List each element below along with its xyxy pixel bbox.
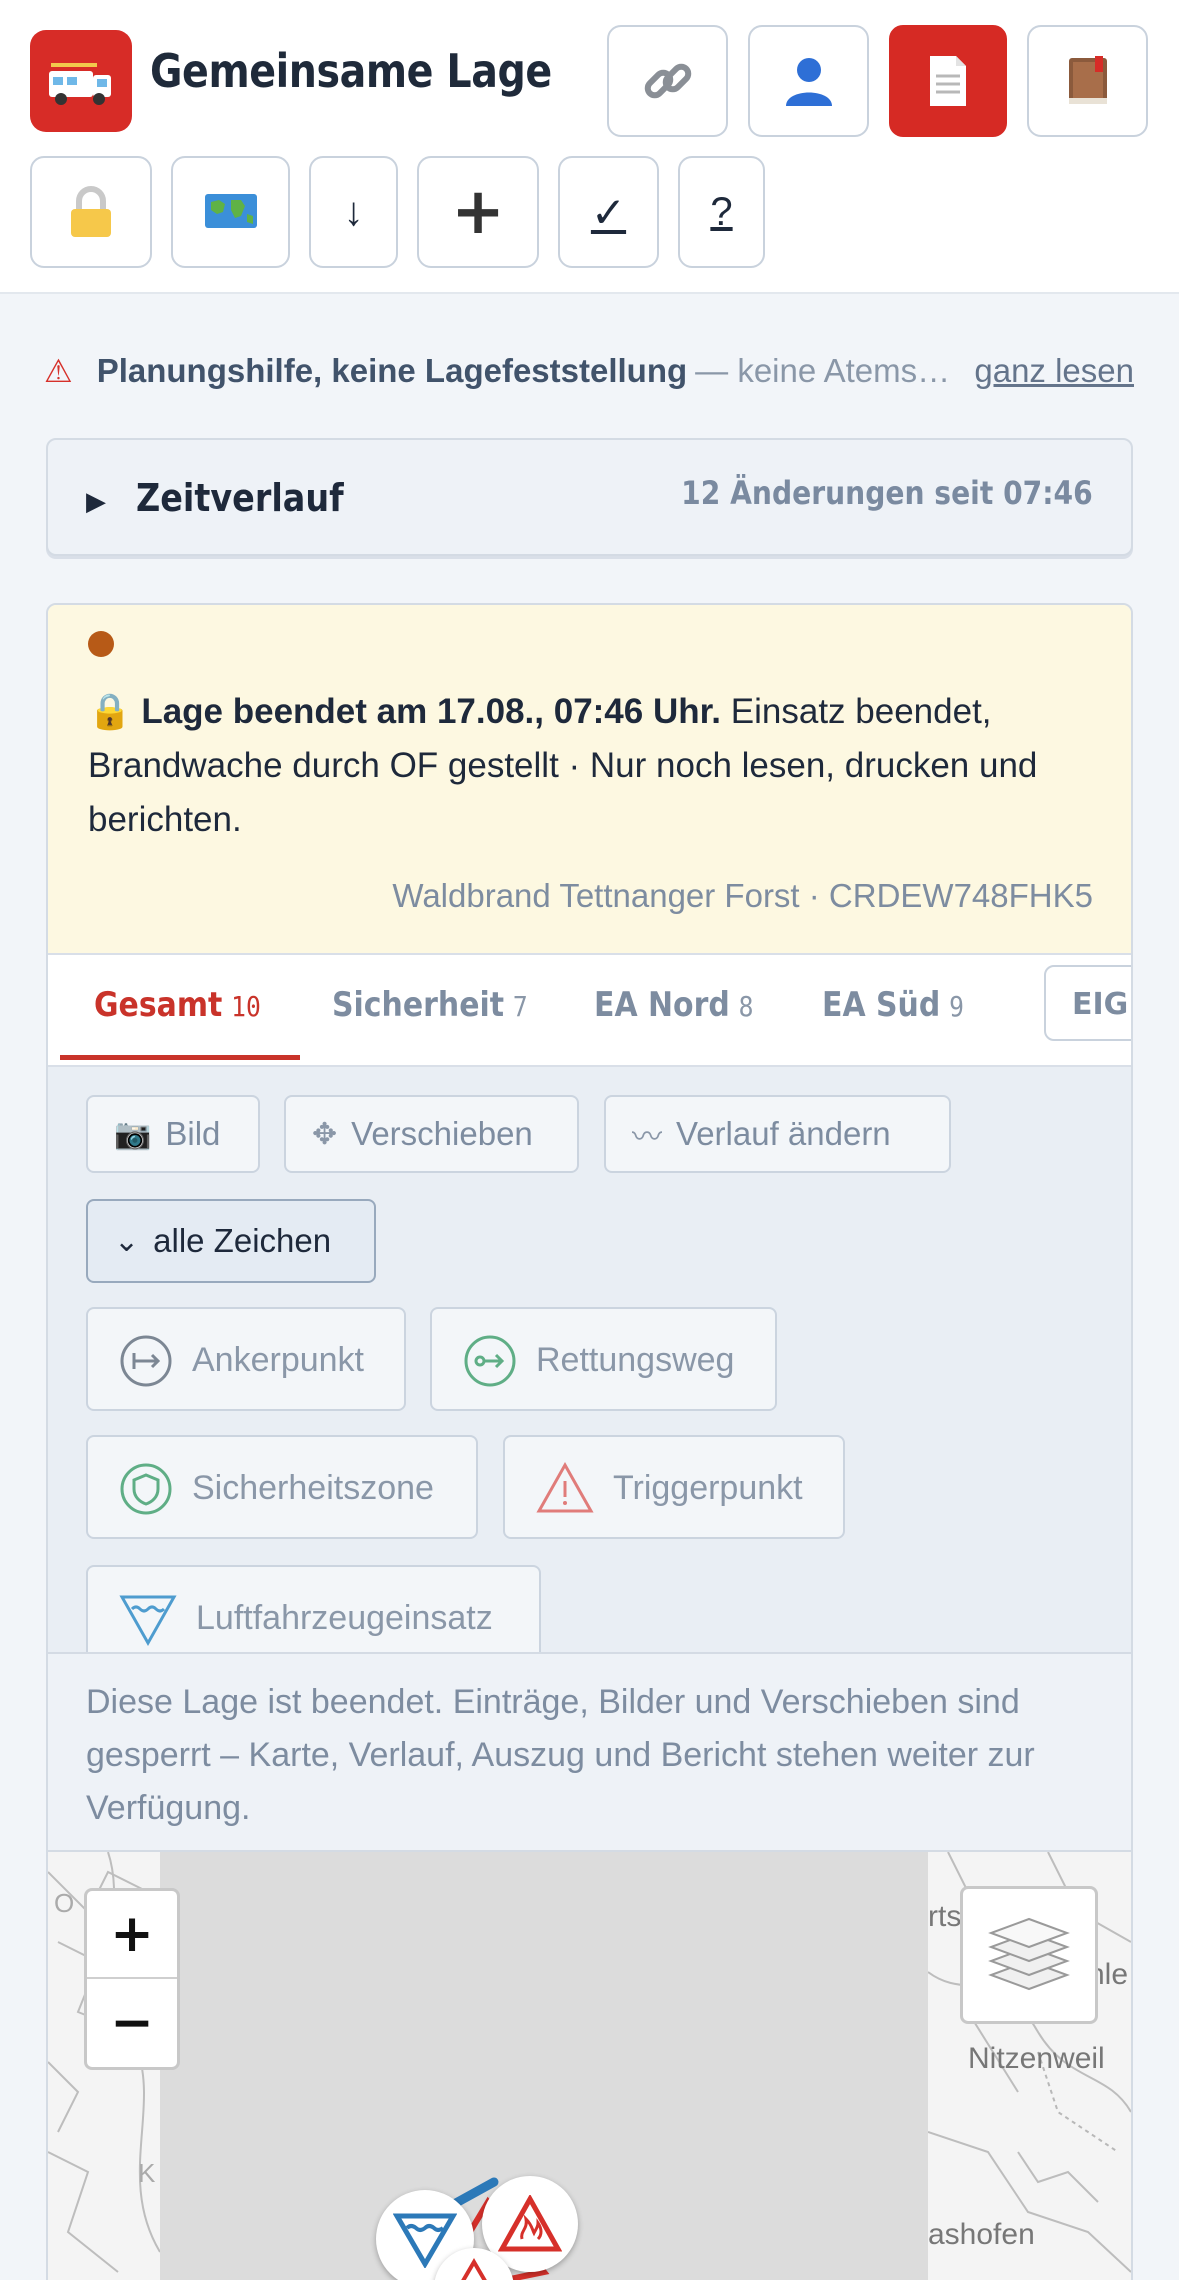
plus-icon: + <box>451 175 505 249</box>
locked-info-text: Diese Lage ist beendet. Einträge, Bilder… <box>48 1652 1131 1852</box>
checkmark-icon: ✓ <box>590 188 627 236</box>
trigger-point-icon <box>536 1461 594 1513</box>
disclaimer-bar: ⚠ Planungshilfe, keine Lagefeststellung … <box>44 346 1134 396</box>
timeline-change-count: 12 Änderungen seit 07:46 <box>681 474 1093 512</box>
expand-arrow-icon: ▶ <box>86 486 106 516</box>
sector-tabs: Gesamt 10 Sicherheit 7 EA Nord 8 EA Süd 9 EI… <box>48 955 1131 1067</box>
move-icon: ✥ <box>312 1117 338 1151</box>
report-book-button[interactable] <box>1027 25 1148 137</box>
situation-closed-notice: 🔒 Lage beendet am 17.08., 07:46 Uhr. Ein… <box>48 605 1131 955</box>
zoom-in-button[interactable]: + <box>87 1891 177 1979</box>
trigger-point-icon <box>461 2258 487 2280</box>
disclaimer-text: — keine Atems… <box>695 352 951 389</box>
share-link-button[interactable] <box>607 25 728 137</box>
user-button[interactable] <box>748 25 869 137</box>
image-button[interactable]: 📷 Bild <box>86 1095 260 1173</box>
chevron-down-icon: ⌄ <box>114 1224 140 1258</box>
map-label-ashofen: ashofen <box>928 2218 1035 2251</box>
lock-icon: 🔒 <box>88 692 132 731</box>
symbol-anchor-point[interactable]: Ankerpunkt <box>86 1307 406 1411</box>
change-route-button[interactable]: 〰 Verlauf ändern <box>604 1095 951 1173</box>
help-button[interactable]: ? <box>678 156 765 268</box>
safety-zone-icon <box>120 1463 172 1515</box>
camera-icon: 📷 <box>114 1117 152 1151</box>
map-view[interactable]: O K Nitzenweil ashofen rts hle + − <box>48 1852 1131 2280</box>
situation-card: 🔒 Lage beendet am 17.08., 07:46 Uhr. Ein… <box>46 603 1133 2280</box>
aircraft-operation-icon <box>119 1595 177 1647</box>
confirm-button[interactable]: ✓ <box>558 156 659 268</box>
warning-icon: ⚠ <box>44 353 73 389</box>
zoom-out-button[interactable]: − <box>87 1979 177 2067</box>
layers-button[interactable] <box>960 1886 1098 2024</box>
map-view-button[interactable] <box>171 156 290 268</box>
tab-ea-sued[interactable]: EA Süd 9 <box>822 985 964 1025</box>
timeline-title: Zeitverlauf <box>136 476 344 520</box>
app-title: Gemeinsame Lage <box>150 44 552 98</box>
tab-eigene[interactable]: EIGENE <box>1044 965 1131 1041</box>
layers-icon <box>988 1917 1070 1991</box>
closed-notice-heading: Lage beendet am 17.08., 07:46 Uhr. <box>141 692 722 731</box>
svg-text:O: O <box>54 1888 74 1918</box>
closed-notice-text: 🔒 Lage beendet am 17.08., 07:46 Uhr. Ein… <box>88 685 1098 847</box>
map-label-nitzenweil: Nitzenweil <box>968 2042 1105 2075</box>
tab-gesamt[interactable]: Gesamt 10 <box>94 985 261 1025</box>
zoom-control: + − <box>84 1888 180 2070</box>
tab-count: 8 <box>738 990 754 1023</box>
symbol-filter-select[interactable]: ⌄ alle Zeichen <box>86 1199 376 1283</box>
status-dot <box>88 631 114 657</box>
user-icon <box>785 58 832 106</box>
symbol-escape-route[interactable]: Rettungsweg <box>430 1307 777 1411</box>
document-button[interactable] <box>889 25 1007 137</box>
move-button[interactable]: ✥ Verschieben <box>284 1095 579 1173</box>
map-icon <box>204 194 257 228</box>
situation-identifier: Waldbrand Tettnanger Forst · CRDEW748FHK… <box>392 877 1093 914</box>
drawing-tools: 📷 Bild ✥ Verschieben 〰 Verlauf ändern ⌄ alle… <box>48 1067 1131 1665</box>
tab-sicherheit[interactable]: Sicherheit 7 <box>332 985 528 1025</box>
disclaimer-title: Planungshilfe, keine Lagefeststellung <box>96 352 688 389</box>
timeline-toggle[interactable]: ▶ Zeitverlauf 12 Änderungen seit 07:46 <box>46 438 1133 556</box>
symbol-safety-zone[interactable]: Sicherheitszone <box>86 1435 478 1539</box>
read-full-link[interactable]: ganz lesen <box>974 352 1134 390</box>
lock-icon <box>71 186 111 237</box>
tab-count: 7 <box>512 990 528 1023</box>
help-icon: ? <box>710 189 733 234</box>
tab-count: 10 <box>231 990 261 1023</box>
symbol-trigger-point[interactable]: Triggerpunkt <box>503 1435 845 1539</box>
add-button[interactable]: + <box>417 156 539 268</box>
book-icon <box>1068 56 1107 104</box>
svg-text:K: K <box>138 2158 156 2188</box>
download-icon: ↓ <box>343 189 364 234</box>
download-button[interactable]: ↓ <box>309 156 398 268</box>
symbol-aircraft-operation[interactable]: Luftfahrzeugeinsatz <box>86 1565 541 1665</box>
tab-ea-nord[interactable]: EA Nord 8 <box>594 985 753 1025</box>
wave-icon: 〰 <box>632 1121 662 1154</box>
active-tab-indicator <box>60 1055 300 1060</box>
anchor-point-icon <box>120 1335 172 1387</box>
fire-warning-icon <box>498 2195 562 2252</box>
escape-route-icon <box>464 1335 516 1387</box>
link-icon <box>644 63 691 99</box>
document-icon <box>930 56 966 106</box>
lock-button[interactable] <box>30 156 152 268</box>
map-label-rts: rts <box>928 1900 962 1933</box>
tab-count: 9 <box>949 990 964 1023</box>
app-header: Gemeinsame Lage ↓ + ✓ ? <box>0 0 1179 294</box>
fire-truck-icon[interactable] <box>30 30 132 132</box>
